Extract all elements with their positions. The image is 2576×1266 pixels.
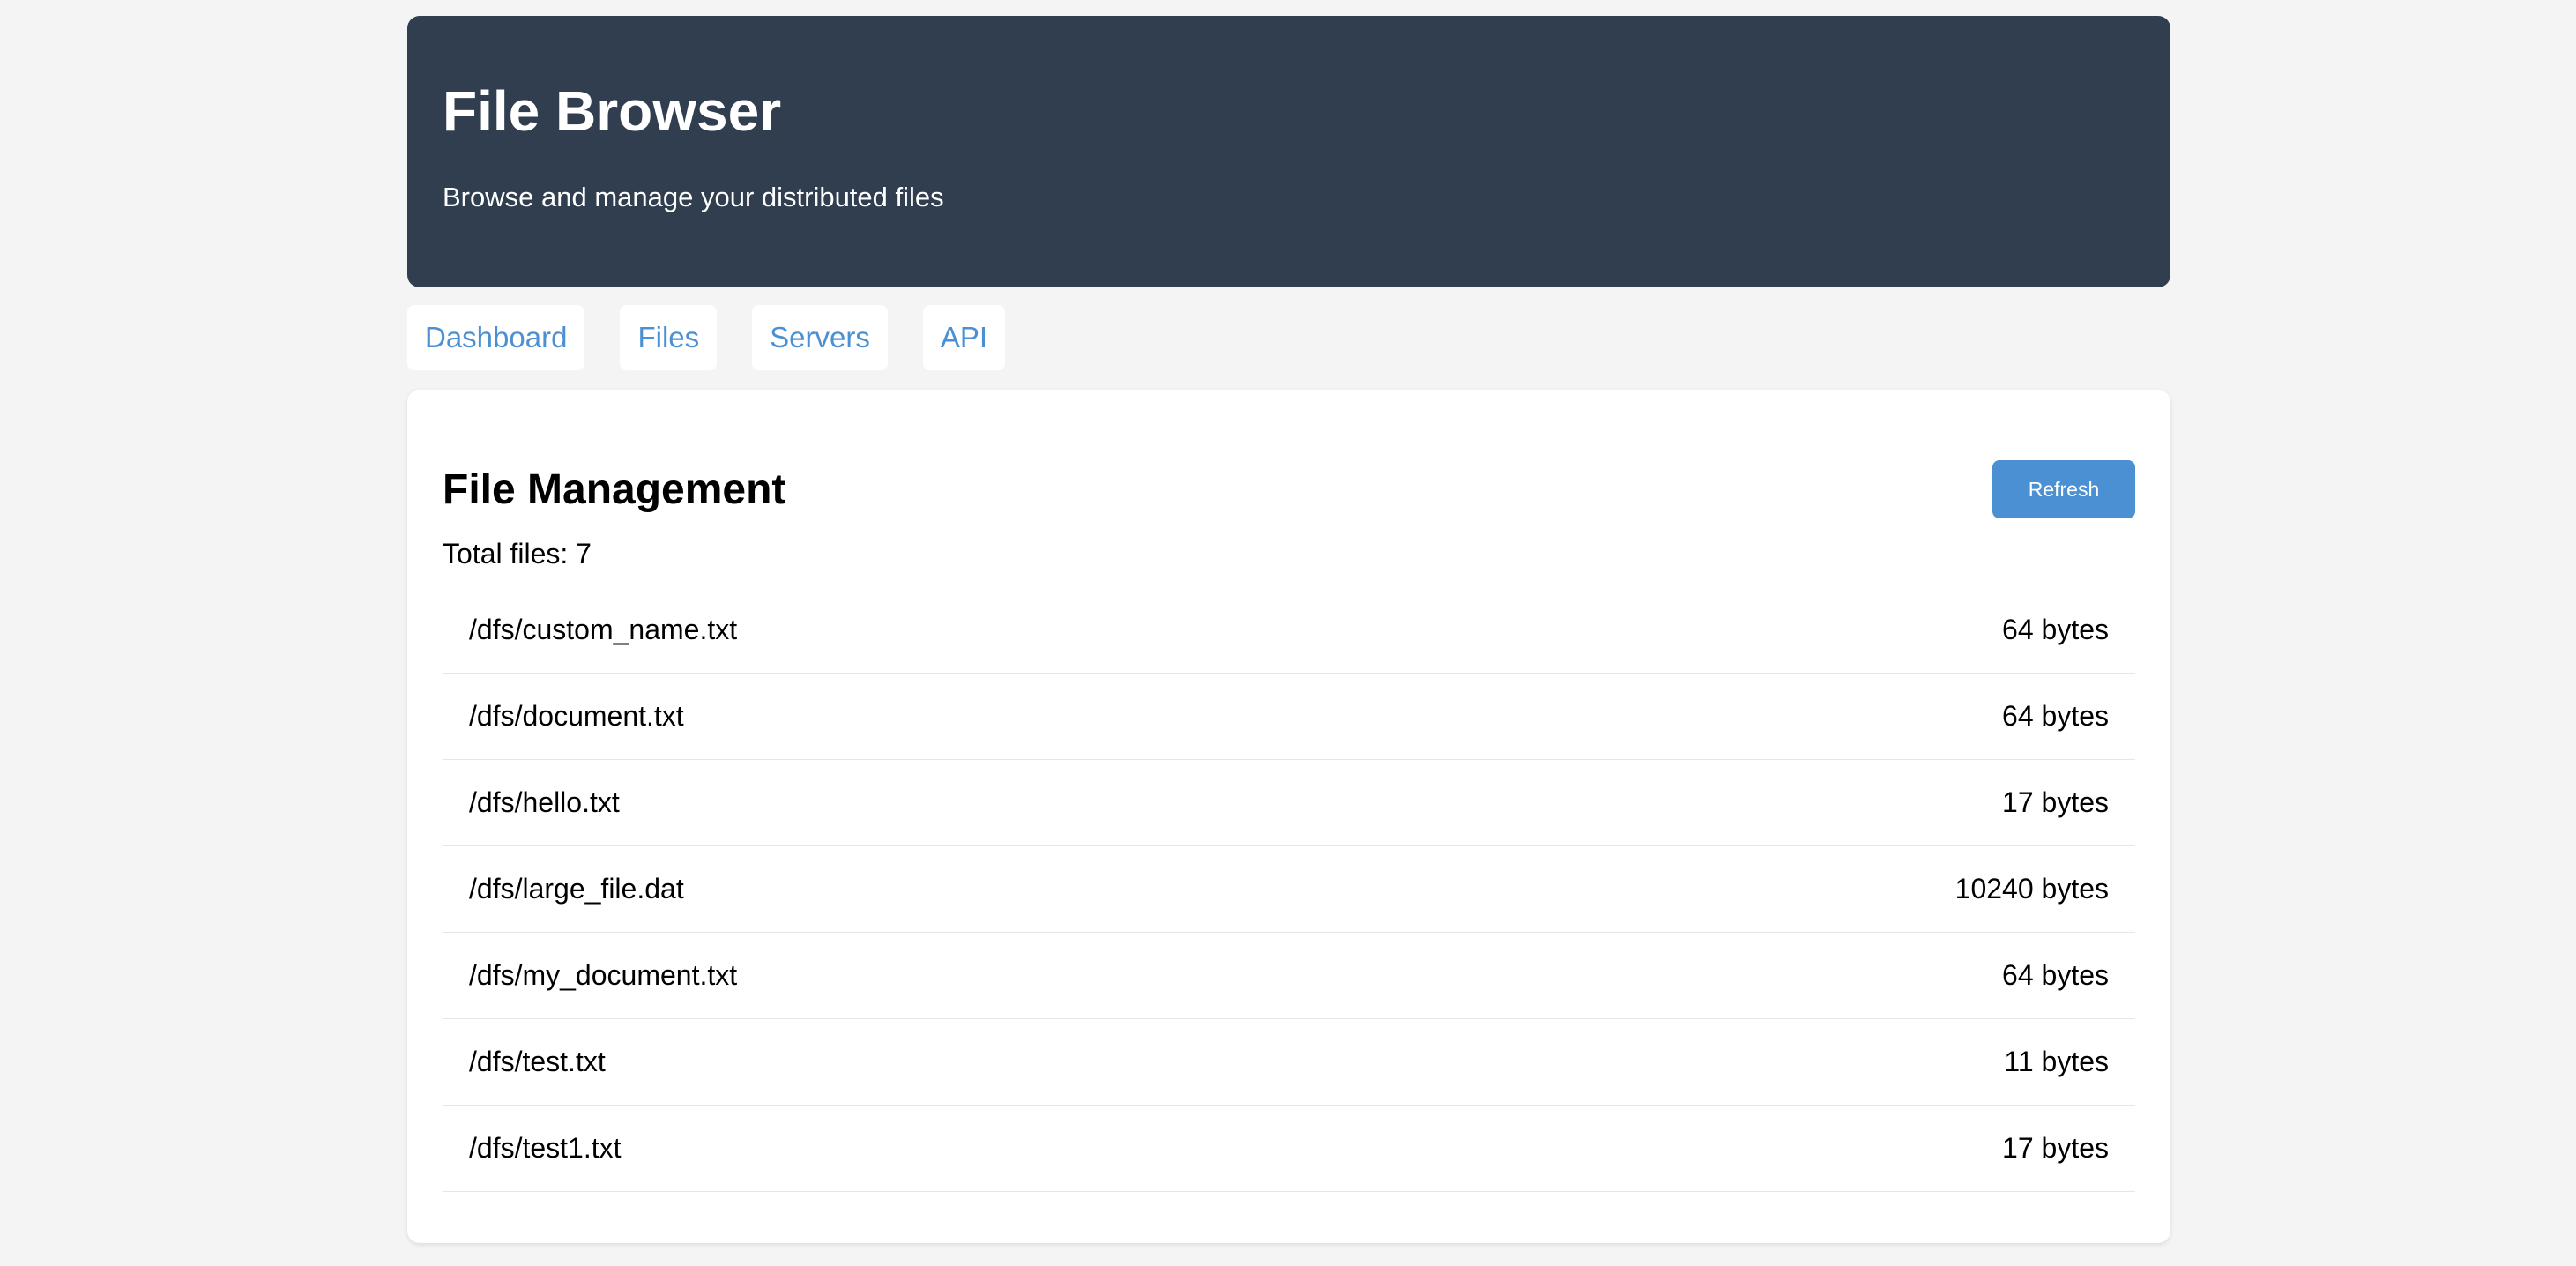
file-path: /dfs/large_file.dat xyxy=(469,873,684,905)
section-title: File Management xyxy=(443,466,786,513)
page-header: File Browser Browse and manage your dist… xyxy=(407,16,2170,287)
file-row[interactable]: /dfs/custom_name.txt 64 bytes xyxy=(443,587,2135,674)
nav-link-files[interactable]: Files xyxy=(620,305,718,370)
file-path: /dfs/document.txt xyxy=(469,700,684,732)
total-files-count: Total files: 7 xyxy=(443,538,592,570)
file-size: 17 bytes xyxy=(2002,1132,2109,1164)
file-size: 64 bytes xyxy=(2002,614,2109,645)
file-list: /dfs/custom_name.txt 64 bytes /dfs/docum… xyxy=(443,587,2135,1192)
file-size: 10240 bytes xyxy=(1954,873,2109,905)
file-path: /dfs/custom_name.txt xyxy=(469,614,738,645)
file-row[interactable]: /dfs/hello.txt 17 bytes xyxy=(443,760,2135,846)
nav-link-servers[interactable]: Servers xyxy=(752,305,888,370)
panel-header: File Management Refresh xyxy=(443,458,2135,522)
file-path: /dfs/test1.txt xyxy=(469,1132,622,1164)
nav-link-api[interactable]: API xyxy=(922,305,1006,370)
file-size: 11 bytes xyxy=(2004,1046,2109,1077)
file-management-panel: File Management Refresh Total files: 7 /… xyxy=(407,390,2170,1243)
file-row[interactable]: /dfs/large_file.dat 10240 bytes xyxy=(443,846,2135,933)
app-container: File Browser Browse and manage your dist… xyxy=(407,16,2170,1243)
file-row[interactable]: /dfs/my_document.txt 64 bytes xyxy=(443,933,2135,1019)
refresh-button[interactable]: Refresh xyxy=(1992,460,2135,518)
file-path: /dfs/test.txt xyxy=(469,1046,606,1077)
file-row[interactable]: /dfs/document.txt 64 bytes xyxy=(443,674,2135,760)
file-path: /dfs/my_document.txt xyxy=(469,959,738,991)
file-size: 17 bytes xyxy=(2002,786,2109,818)
file-row[interactable]: /dfs/test.txt 11 bytes xyxy=(443,1019,2135,1106)
file-size: 64 bytes xyxy=(2002,700,2109,732)
page-subtitle: Browse and manage your distributed files xyxy=(443,182,944,212)
file-row[interactable]: /dfs/test1.txt 17 bytes xyxy=(443,1106,2135,1192)
file-size: 64 bytes xyxy=(2002,959,2109,991)
file-path: /dfs/hello.txt xyxy=(469,786,620,818)
page-title: File Browser xyxy=(443,79,782,143)
main-nav: Dashboard Files Servers API xyxy=(407,305,2170,370)
nav-link-dashboard[interactable]: Dashboard xyxy=(407,305,585,370)
